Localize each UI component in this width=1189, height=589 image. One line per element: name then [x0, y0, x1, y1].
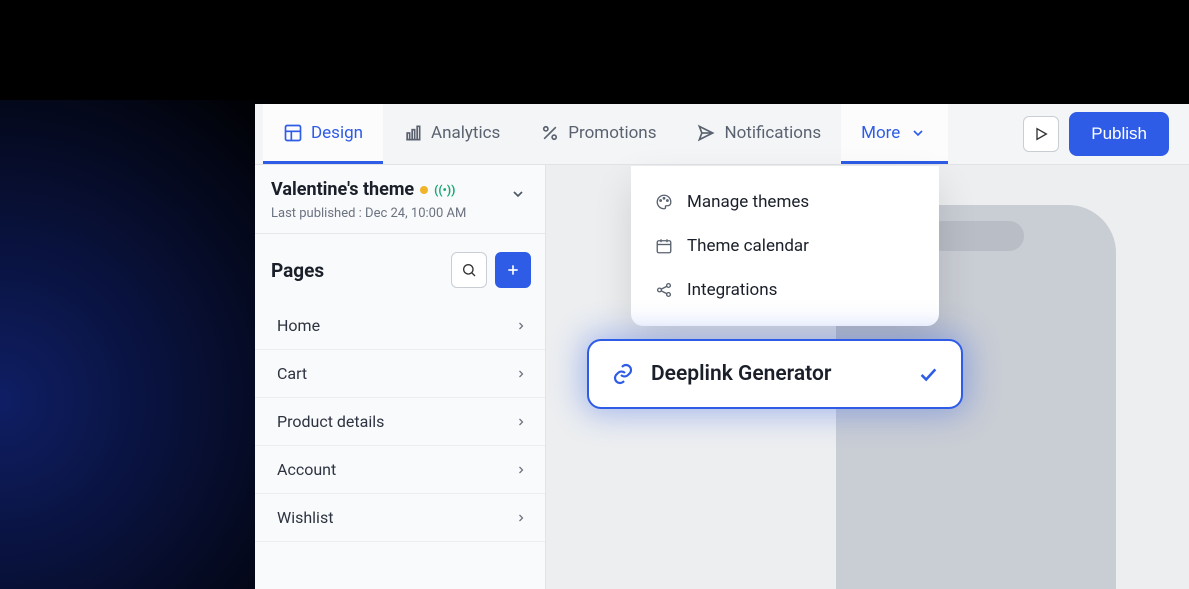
- more-dropdown: Manage themes Theme calendar Integration…: [631, 166, 939, 326]
- nav-actions: Publish: [1023, 104, 1189, 164]
- menu-item-deeplink-generator[interactable]: Deeplink Generator: [587, 339, 963, 409]
- chevron-right-icon: [515, 368, 527, 380]
- sidebar: Valentine's theme ((•)) Last published :…: [255, 165, 546, 589]
- chevron-down-icon: [908, 123, 928, 143]
- pages-header: Pages: [255, 234, 545, 302]
- page-label: Home: [277, 316, 320, 335]
- menu-item-integrations[interactable]: Integrations: [631, 268, 939, 312]
- add-page-button[interactable]: [495, 252, 531, 288]
- send-icon: [696, 123, 716, 143]
- menu-item-label: Manage themes: [687, 192, 809, 212]
- check-icon: [917, 363, 939, 385]
- page-list: Home Cart Product details Account Wishli…: [255, 302, 545, 542]
- live-signal-icon: ((•)): [434, 183, 455, 197]
- tab-promotions[interactable]: Promotions: [520, 104, 676, 164]
- menu-item-manage-themes[interactable]: Manage themes: [631, 180, 939, 224]
- chevron-right-icon: [515, 464, 527, 476]
- percent-icon: [540, 123, 560, 143]
- page-item-home[interactable]: Home: [255, 302, 545, 350]
- search-pages-button[interactable]: [451, 252, 487, 288]
- page-item-account[interactable]: Account: [255, 446, 545, 494]
- menu-item-label: Integrations: [687, 280, 777, 300]
- bar-chart-icon: [403, 123, 423, 143]
- tab-label: Promotions: [568, 123, 656, 143]
- pages-actions: [451, 252, 531, 288]
- theme-title-row: Valentine's theme ((•)): [271, 179, 529, 200]
- theme-header: Valentine's theme ((•)) Last published :…: [255, 165, 545, 234]
- status-dot-icon: [420, 186, 428, 194]
- tab-label: Design: [311, 123, 363, 143]
- page-label: Cart: [277, 364, 307, 383]
- pages-section-title: Pages: [271, 259, 324, 282]
- page-item-product-details[interactable]: Product details: [255, 398, 545, 446]
- menu-item-theme-calendar[interactable]: Theme calendar: [631, 224, 939, 268]
- app-window: Design Analytics Promotions Notification…: [255, 104, 1189, 589]
- chevron-right-icon: [515, 416, 527, 428]
- menu-item-label: Theme calendar: [687, 236, 809, 256]
- page-label: Wishlist: [277, 508, 333, 527]
- calendar-icon: [655, 237, 673, 255]
- theme-title: Valentine's theme: [271, 179, 414, 200]
- publish-button[interactable]: Publish: [1069, 112, 1169, 156]
- preview-button[interactable]: [1023, 116, 1059, 152]
- page-item-cart[interactable]: Cart: [255, 350, 545, 398]
- phone-notch: [928, 221, 1024, 251]
- theme-dropdown-toggle[interactable]: [507, 183, 529, 205]
- palette-icon: [655, 193, 673, 211]
- top-nav: Design Analytics Promotions Notification…: [255, 104, 1189, 165]
- nav-spacer: [948, 104, 1023, 164]
- tab-label: More: [861, 123, 900, 143]
- tab-notifications[interactable]: Notifications: [676, 104, 841, 164]
- tab-label: Analytics: [431, 123, 500, 143]
- last-published-label: Last published : Dec 24, 10:00 AM: [271, 206, 529, 221]
- tab-more[interactable]: More: [841, 104, 948, 164]
- tab-design[interactable]: Design: [263, 104, 383, 164]
- play-icon: [1033, 126, 1049, 142]
- chevron-right-icon: [515, 512, 527, 524]
- chevron-right-icon: [515, 320, 527, 332]
- search-icon: [461, 262, 477, 278]
- page-label: Account: [277, 460, 336, 479]
- share-icon: [655, 281, 673, 299]
- chevron-down-icon: [510, 186, 526, 202]
- tab-label: Notifications: [724, 123, 821, 143]
- link-icon: [611, 362, 635, 386]
- plus-icon: [505, 262, 521, 278]
- menu-item-label: Deeplink Generator: [651, 362, 901, 386]
- tab-analytics[interactable]: Analytics: [383, 104, 520, 164]
- page-label: Product details: [277, 412, 384, 431]
- page-item-wishlist[interactable]: Wishlist: [255, 494, 545, 542]
- layout-icon: [283, 123, 303, 143]
